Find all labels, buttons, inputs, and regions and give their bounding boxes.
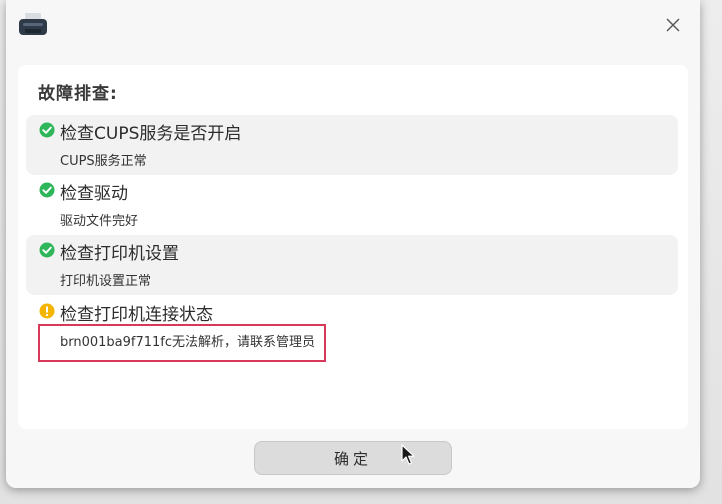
check-item-driver: 检查驱动 驱动文件完好 (26, 175, 678, 235)
check-detail: 驱动文件完好 (60, 214, 139, 229)
check-circle-icon (39, 122, 55, 138)
troubleshoot-dialog: 故障排查: 检查CUPS服务是否开启 CUPS服务正常 检查驱动 驱动文件完好 … (6, 0, 700, 488)
warning-circle-icon (39, 303, 55, 319)
troubleshoot-heading: 故障排查: (38, 84, 118, 104)
check-title: 检查打印机设置 (60, 244, 179, 264)
close-icon (666, 18, 680, 32)
check-title: 检查CUPS服务是否开启 (60, 124, 242, 144)
error-highlight-box (38, 324, 326, 362)
check-title: 检查驱动 (60, 184, 128, 204)
check-circle-icon (39, 242, 55, 258)
mouse-cursor-icon (400, 444, 416, 466)
troubleshoot-panel: 故障排查: 检查CUPS服务是否开启 CUPS服务正常 检查驱动 驱动文件完好 … (18, 65, 688, 429)
check-detail: CUPS服务正常 (60, 154, 147, 169)
printer-icon (18, 12, 48, 38)
check-item-printer-settings: 检查打印机设置 打印机设置正常 (26, 235, 678, 295)
dialog-titlebar (6, 0, 700, 48)
close-button[interactable] (660, 12, 686, 38)
check-item-cups: 检查CUPS服务是否开启 CUPS服务正常 (26, 115, 678, 175)
check-detail: 打印机设置正常 (60, 274, 152, 289)
check-circle-icon (39, 182, 55, 198)
confirm-button[interactable]: 确定 (254, 441, 452, 475)
check-title: 检查打印机连接状态 (60, 305, 213, 325)
